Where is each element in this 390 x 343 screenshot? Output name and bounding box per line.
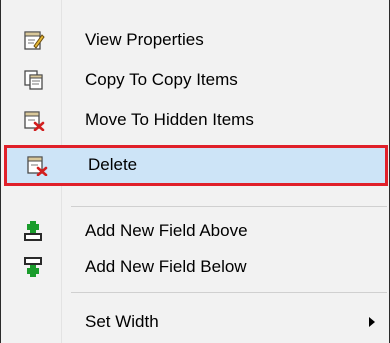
menu-item-label: Add New Field Above [85, 221, 248, 240]
menu-item-delete[interactable]: Delete [4, 145, 388, 186]
menu-item-label: Add New Field Below [85, 257, 247, 276]
add-field-below-icon [23, 256, 45, 278]
context-menu: View Properties Copy To Copy Items Move … [0, 0, 390, 343]
menu-item-add-new-field-below[interactable]: Add New Field Below [1, 247, 389, 287]
menu-item-view-properties[interactable]: View Properties [1, 20, 389, 60]
menu-item-label: Move To Hidden Items [85, 110, 254, 129]
menu-item-label: Delete [88, 155, 138, 174]
add-field-above-icon [23, 220, 45, 242]
move-hidden-icon [23, 109, 45, 132]
menu-divider [71, 292, 387, 293]
menu-item-label: Set Width [85, 312, 159, 331]
menu-item-add-new-field-above[interactable]: Add New Field Above [1, 211, 389, 251]
view-properties-icon [23, 29, 45, 51]
delete-icon [26, 154, 48, 177]
menu-item-copy-to-copy-items[interactable]: Copy To Copy Items [1, 60, 389, 100]
menu-item-set-width[interactable]: Set Width [1, 302, 389, 342]
menu-item-label: View Properties [85, 30, 204, 49]
menu-divider [71, 206, 387, 207]
submenu-arrow-icon [369, 317, 375, 327]
menu-item-label: Copy To Copy Items [85, 70, 238, 89]
menu-item-move-to-hidden-items[interactable]: Move To Hidden Items [1, 100, 389, 140]
copy-items-icon [23, 69, 45, 91]
